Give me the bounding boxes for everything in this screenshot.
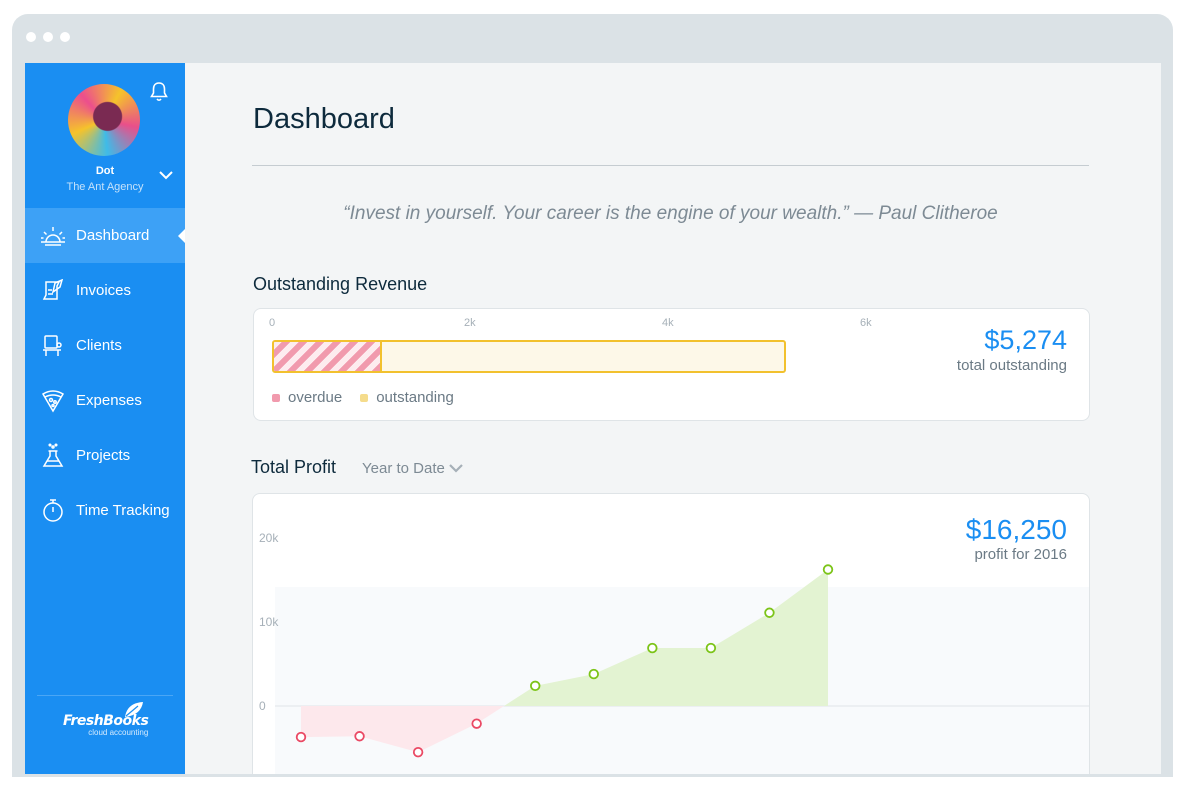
y-axis-tick-label: 20k (259, 531, 279, 545)
page-title: Dashboard (253, 103, 395, 135)
outstanding-total-value: $5,274 (984, 325, 1067, 355)
outstanding-revenue-title: Outstanding Revenue (253, 274, 428, 294)
axis-tick-label: 6k (860, 317, 872, 329)
sidebar-item-expenses[interactable]: Expenses (25, 373, 185, 428)
sidebar-nav: Dashboard Invoices Clients Expenses Proj… (25, 208, 185, 538)
legend-label: outstanding (376, 389, 454, 406)
overdue-bar[interactable] (274, 342, 383, 371)
sidebar-divider (37, 695, 173, 696)
sidebar-item-label: Projects (76, 447, 131, 464)
legend-swatch (360, 393, 369, 402)
profit-point (530, 680, 541, 692)
sidebar-item-invoices[interactable]: Invoices (25, 263, 185, 318)
window-dot (43, 32, 53, 42)
avatar[interactable] (68, 84, 140, 156)
legend-item-overdue: overdue (272, 389, 342, 406)
loss-point (354, 731, 365, 742)
sunrise-icon (39, 222, 67, 250)
axis-tick-label: 4k (662, 317, 674, 329)
window-dot (26, 32, 36, 42)
window-controls (26, 32, 70, 42)
y-axis-tick-label: 10k (259, 615, 279, 629)
loss-point (295, 731, 307, 743)
revenue-legend: overdue outstanding (272, 389, 454, 406)
client-desk-icon (39, 332, 67, 360)
profit-point (764, 607, 775, 618)
app-window: Dot The Ant Agency Dashboard Invoices Cl… (25, 63, 1161, 774)
sidebar-item-label: Time Tracking (76, 502, 170, 519)
outstanding-revenue-card: 0 2k 4k 6k overdue outstanding $5,274 to… (253, 308, 1090, 421)
sidebar: Dot The Ant Agency Dashboard Invoices Cl… (25, 63, 185, 774)
profit-chart: 20k 10k 0 (259, 531, 1089, 774)
loss-point (412, 747, 424, 758)
leaf-icon (123, 701, 145, 724)
period-label: Year to Date (362, 460, 445, 477)
legend-item-outstanding: outstanding (360, 389, 454, 406)
period-select[interactable]: Year to Date (362, 460, 463, 477)
profit-point (822, 564, 834, 575)
sidebar-item-projects[interactable]: Projects (25, 428, 185, 483)
active-caret (178, 228, 185, 243)
stopwatch-icon (39, 497, 67, 525)
outstanding-total-caption: total outstanding (956, 357, 1067, 374)
loss-point (471, 718, 482, 729)
profit-point (588, 668, 599, 680)
bell-icon[interactable] (149, 81, 169, 108)
freshbooks-logo[interactable]: FreshBooks cloud accounting (63, 702, 149, 737)
sidebar-item-label: Expenses (76, 392, 142, 409)
sidebar-item-label: Dashboard (76, 227, 150, 244)
profit-chart-card: 20k 10k 0 $16,250 profit for 2016 (252, 493, 1090, 774)
invoice-quill-icon (39, 277, 67, 305)
total-profit-title: Total Profit (251, 457, 337, 477)
sidebar-item-label: Clients (76, 337, 122, 354)
profit-total-caption: profit for 2016 (974, 546, 1067, 563)
legend-label: overdue (288, 389, 343, 406)
inspirational-quote: “Invest in yourself. Your career is the … (343, 203, 998, 224)
sidebar-item-time-tracking[interactable]: Time Tracking (25, 483, 185, 538)
chevron-down-icon (449, 464, 463, 473)
axis-tick-label: 0 (269, 317, 276, 329)
profit-total-value: $16,250 (965, 514, 1067, 545)
profit-point (647, 642, 658, 654)
sidebar-item-clients[interactable]: Clients (25, 318, 185, 373)
pizza-slice-icon (39, 387, 67, 415)
chevron-down-icon[interactable] (159, 167, 173, 185)
window-dot (60, 32, 70, 42)
sidebar-item-dashboard[interactable]: Dashboard (25, 208, 185, 263)
outstanding-bar[interactable] (272, 340, 786, 373)
title-divider (252, 165, 1089, 166)
profit-point (705, 642, 717, 654)
logo-tagline: cloud accounting (88, 728, 149, 737)
sidebar-item-label: Invoices (76, 282, 132, 299)
y-axis-tick-label: 0 (259, 699, 266, 713)
flask-icon (39, 442, 67, 470)
legend-swatch (272, 393, 280, 402)
main-content: Dashboard “Invest in yourself. Your care… (185, 63, 1161, 774)
axis-tick-label: 2k (464, 317, 476, 329)
